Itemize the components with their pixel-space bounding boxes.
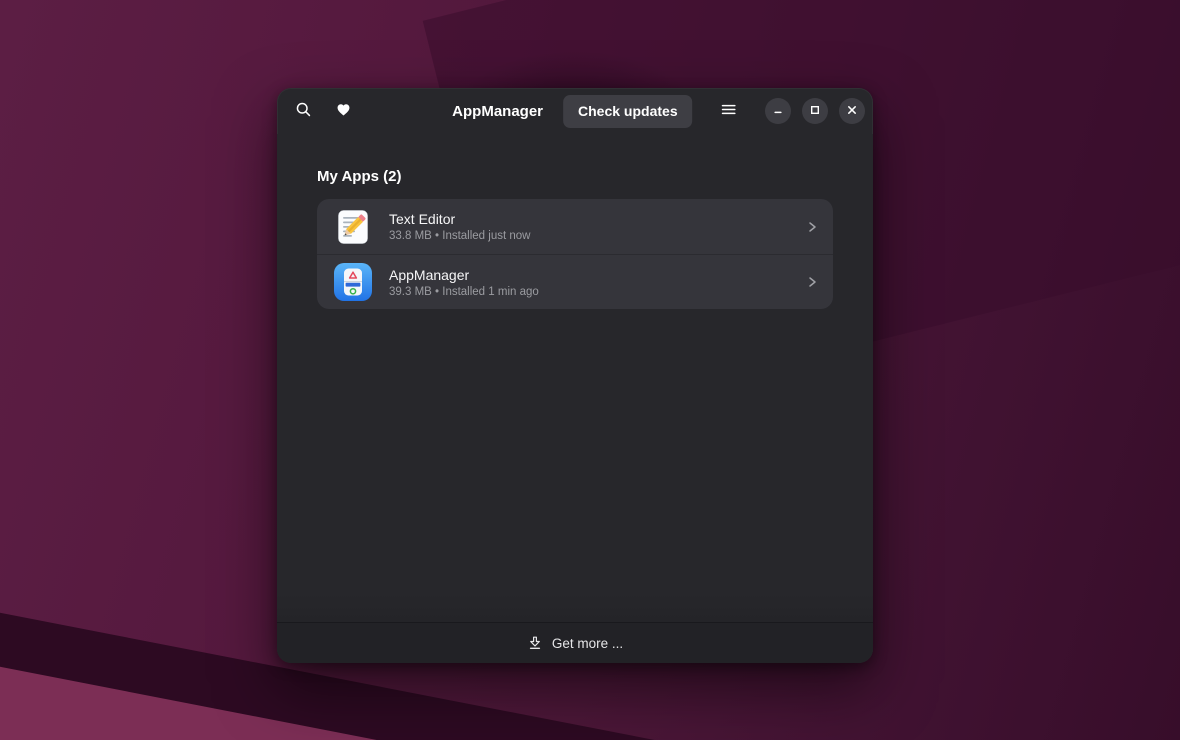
app-details: 33.8 MB • Installed just now <box>389 230 805 242</box>
get-more-bar[interactable]: Get more ... <box>277 622 873 663</box>
menu-button[interactable] <box>713 95 745 127</box>
check-updates-button[interactable]: Check updates <box>563 95 693 128</box>
chevron-right-icon <box>805 275 819 289</box>
maximize-icon <box>808 103 822 120</box>
favorites-button[interactable] <box>327 95 359 127</box>
window-title: AppManager <box>452 103 543 120</box>
app-details: 39.3 MB • Installed 1 min ago <box>389 286 805 298</box>
minimize-button[interactable] <box>765 98 791 124</box>
apps-list: Text Editor 33.8 MB • Installed just now <box>317 199 833 309</box>
chevron-right-icon <box>805 220 819 234</box>
window-controls <box>765 98 865 124</box>
close-button[interactable] <box>839 98 865 124</box>
app-row-text: AppManager 39.3 MB • Installed 1 min ago <box>389 267 805 298</box>
header-center-group: AppManager Check updates <box>452 88 744 134</box>
header-left-group <box>287 95 359 127</box>
main-content: My Apps (2) <box>277 134 873 622</box>
appmanager-window: AppManager Check updates <box>277 88 873 663</box>
app-row-appmanager[interactable]: AppManager 39.3 MB • Installed 1 min ago <box>317 254 833 309</box>
maximize-button[interactable] <box>802 98 828 124</box>
download-icon <box>527 635 543 651</box>
close-icon <box>845 103 859 120</box>
app-name: AppManager <box>389 267 805 283</box>
search-icon <box>295 101 312 121</box>
app-name: Text Editor <box>389 211 805 227</box>
desktop-wallpaper: AppManager Check updates <box>0 0 1180 740</box>
hamburger-icon <box>720 101 737 121</box>
search-button[interactable] <box>287 95 319 127</box>
get-more-label: Get more ... <box>552 636 623 651</box>
app-row-text-editor[interactable]: Text Editor 33.8 MB • Installed just now <box>317 199 833 254</box>
header-bar: AppManager Check updates <box>277 88 873 134</box>
section-heading: My Apps (2) <box>317 168 833 185</box>
text-editor-icon <box>333 207 373 247</box>
app-row-text: Text Editor 33.8 MB • Installed just now <box>389 211 805 242</box>
heart-icon <box>335 101 352 121</box>
appmanager-icon <box>333 262 373 302</box>
minimize-icon <box>771 103 785 120</box>
